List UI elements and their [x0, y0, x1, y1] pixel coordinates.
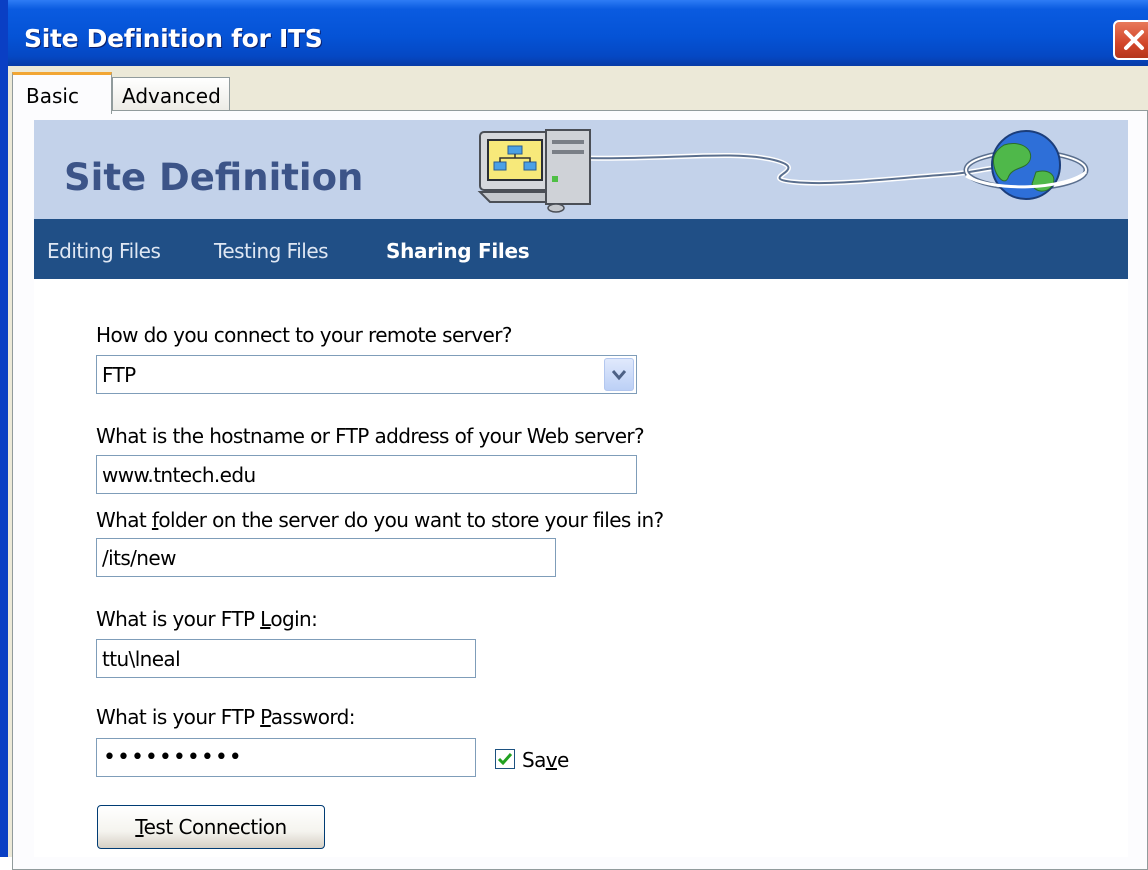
nav-editing-files[interactable]: Editing Files	[47, 239, 161, 263]
save-label[interactable]: Save	[522, 748, 569, 772]
checkmark-icon	[497, 753, 513, 766]
password-value: ••••••••••	[103, 745, 243, 770]
tab-strip: Basic Advanced	[0, 66, 1148, 114]
nav-testing-files[interactable]: Testing Files	[214, 239, 329, 263]
window-title: Site Definition for ITS	[24, 24, 323, 53]
site-definition-banner: Site Definition	[34, 120, 1128, 220]
connect-method-select[interactable]: FTP	[96, 355, 637, 394]
tab-basic[interactable]: Basic	[12, 72, 112, 114]
host-input[interactable]: www.tntech.edu	[96, 455, 637, 494]
banner-illustration	[477, 129, 1089, 213]
dropdown-arrow-icon	[612, 370, 626, 381]
computer-icon	[477, 129, 591, 213]
host-label: What is the hostname or FTP address of y…	[96, 424, 645, 448]
folder-label: What folder on the server do you want to…	[96, 508, 664, 532]
folder-input[interactable]: /its/new	[96, 538, 556, 577]
title-bar[interactable]: Site Definition for ITS	[8, 0, 1148, 66]
close-button[interactable]	[1113, 20, 1148, 60]
login-input[interactable]: ttu\lneal	[96, 639, 476, 678]
dropdown-button[interactable]	[604, 358, 634, 391]
close-icon	[1124, 30, 1144, 50]
save-password-checkbox[interactable]	[495, 749, 515, 769]
password-input[interactable]: ••••••••••	[96, 738, 476, 777]
connect-label: How do you connect to your remote server…	[96, 323, 512, 347]
tab-advanced[interactable]: Advanced	[112, 77, 230, 111]
banner-title: Site Definition	[64, 156, 364, 199]
password-label: What is your FTP Password:	[96, 705, 356, 729]
test-connection-button[interactable]: Test Connection	[97, 805, 325, 849]
wizard-nav: Editing Files Testing Files Sharing File…	[34, 219, 1128, 279]
login-label: What is your FTP Login:	[96, 607, 318, 631]
nav-sharing-files[interactable]: Sharing Files	[386, 239, 530, 263]
connect-method-value: FTP	[102, 363, 136, 387]
globe-icon	[963, 130, 1089, 200]
